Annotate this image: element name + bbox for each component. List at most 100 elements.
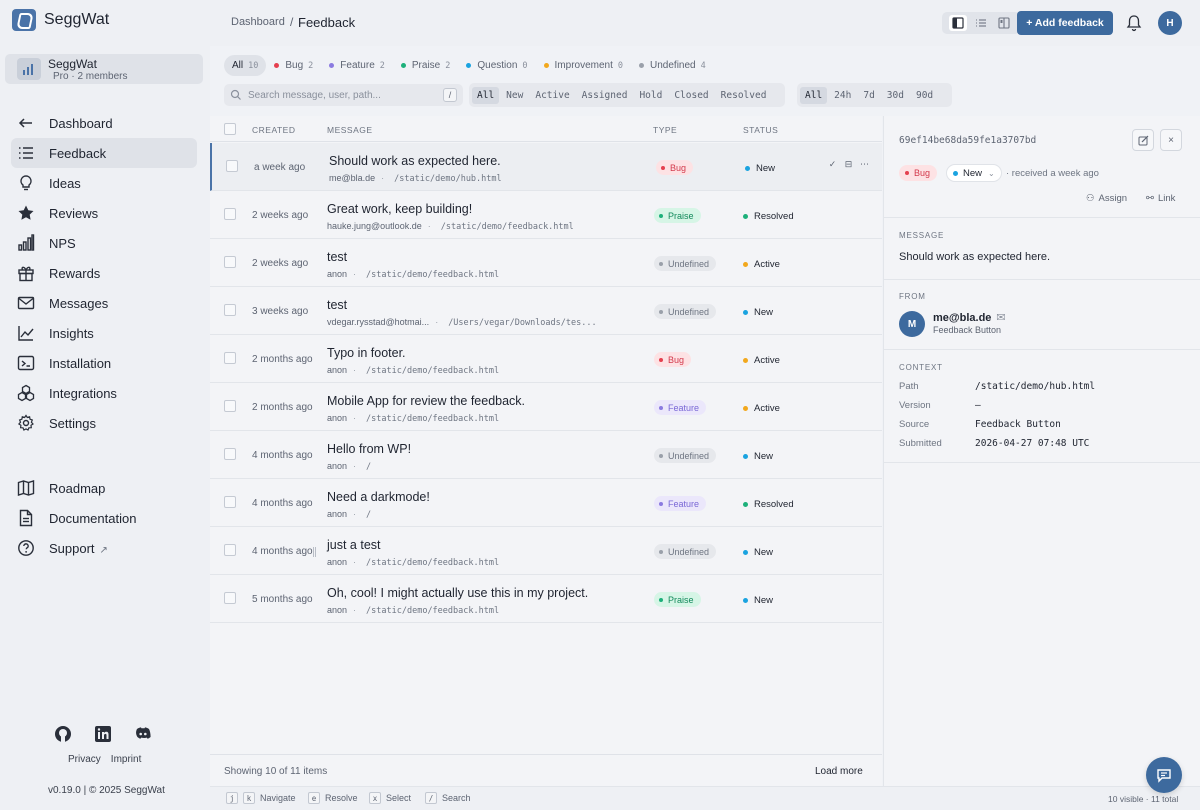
filter-label: Question (477, 60, 518, 71)
time-filter-90d[interactable]: 90d (911, 87, 938, 104)
row-checkbox[interactable] (226, 160, 238, 172)
detail-status-select[interactable]: New ⌄ (946, 164, 1002, 182)
sidebar-item-support[interactable]: Support ↗ (11, 533, 197, 563)
bell-icon[interactable] (1126, 14, 1142, 32)
sidebar-item-reviews[interactable]: Reviews (11, 198, 197, 228)
time-filter-30d[interactable]: 30d (882, 87, 909, 104)
edit-icon[interactable] (1132, 129, 1154, 151)
github-icon[interactable] (54, 725, 72, 743)
type-filter-all[interactable]: All 10 (224, 55, 267, 76)
status-filter-closed[interactable]: Closed (669, 87, 713, 104)
row-checkbox[interactable] (224, 352, 236, 364)
add-feedback-button[interactable]: + Add feedback (1017, 11, 1113, 35)
column-created[interactable]: CREATED (252, 125, 296, 135)
sidebar-item-insights[interactable]: Insights (11, 318, 197, 348)
sidebar-item-dashboard[interactable]: Dashboard (11, 108, 197, 138)
sidebar-item-label: Installation (49, 356, 112, 371)
table-footer: Showing 10 of 11 items Load more (210, 754, 882, 786)
row-checkbox[interactable] (224, 304, 236, 316)
sidebar-item-feedback[interactable]: Feedback (11, 138, 197, 168)
sender-email[interactable]: me@bla.de ✉ (933, 311, 1006, 324)
table-row[interactable]: 4 months ago Need a darkmode! anon · / Featur… (210, 479, 882, 527)
type-filter-praise[interactable]: Praise 2 (393, 55, 458, 76)
external-link-icon: ↗ (99, 545, 108, 556)
close-icon[interactable]: × (1160, 129, 1182, 151)
row-separator: · (353, 557, 357, 567)
status-filter-new[interactable]: New (501, 87, 528, 104)
sidebar-item-nps[interactable]: NPS (11, 228, 197, 258)
column-status[interactable]: STATUS (743, 125, 778, 135)
search-input[interactable] (248, 87, 438, 103)
table-row[interactable]: a week ago Should work as expected here. m… (210, 143, 882, 191)
table-row[interactable]: 2 months ago Typo in footer. anon · /static/… (210, 335, 882, 383)
discord-icon[interactable] (134, 725, 152, 743)
sidebar-item-label: Feedback (49, 146, 107, 161)
table-row[interactable]: 3 weeks ago test vdegar.rysstad@hotmai... ·… (210, 287, 882, 335)
row-checkbox[interactable] (224, 208, 236, 220)
type-filter-undefined[interactable]: Undefined 4 (631, 55, 714, 76)
sidebar-item-ideas[interactable]: Ideas (11, 168, 197, 198)
sidebar-item-documentation[interactable]: Documentation (11, 503, 197, 533)
status-dot (743, 406, 748, 411)
linkedin-icon[interactable] (94, 725, 112, 743)
status-filter-resolved[interactable]: Resolved (716, 87, 772, 104)
status-filter-assigned[interactable]: Assigned (577, 87, 633, 104)
type-dot (659, 357, 663, 362)
sidebar-item-messages[interactable]: Messages (11, 288, 197, 318)
link-button[interactable]: ⚯ Link (1146, 193, 1175, 204)
sidebar-item-installation[interactable]: Installation (11, 348, 197, 378)
row-checkbox[interactable] (224, 448, 236, 460)
row-checkbox[interactable] (224, 400, 236, 412)
detail-type-badge[interactable]: Bug (899, 165, 938, 181)
column-message[interactable]: MESSAGE (327, 125, 373, 135)
more-icon[interactable]: ⋯ (859, 159, 870, 170)
sidebar-item-integrations[interactable]: Integrations (11, 378, 197, 408)
time-filter-all[interactable]: All (800, 86, 828, 104)
time-filter-7d[interactable]: 7d (858, 87, 879, 104)
assign-button[interactable]: ⚇ Assign (1086, 193, 1127, 204)
type-filter-question[interactable]: Question 0 (458, 55, 535, 76)
status-filter-all[interactable]: All (472, 86, 500, 104)
user-avatar[interactable]: H (1158, 11, 1182, 35)
row-checkbox[interactable] (224, 544, 236, 556)
status-filter-active[interactable]: Active (530, 87, 574, 104)
sidebar-item-rewards[interactable]: Rewards (11, 258, 197, 288)
imprint-link[interactable]: Imprint (111, 754, 142, 765)
row-checkbox[interactable] (224, 496, 236, 508)
archive-icon[interactable]: ⊟ (843, 159, 854, 170)
privacy-link[interactable]: Privacy (68, 754, 101, 765)
status-filter-hold[interactable]: Hold (634, 87, 667, 104)
list-view-icon[interactable] (972, 15, 990, 31)
drag-handle-icon[interactable] (313, 547, 316, 557)
table-row[interactable]: 4 months ago Hello from WP! anon · / Undefine… (210, 431, 882, 479)
check-icon[interactable]: ✓ (827, 159, 838, 170)
select-all-checkbox[interactable] (224, 123, 236, 135)
row-meta: anon · / (327, 509, 371, 520)
breadcrumb-dashboard[interactable]: Dashboard (231, 16, 285, 28)
row-user: anon (327, 557, 348, 567)
table-row[interactable]: 4 months ago just a test anon · /static/demo… (210, 527, 882, 575)
table-row[interactable]: 2 months ago Mobile App for review the fe… (210, 383, 882, 431)
row-created: 2 weeks ago (252, 210, 309, 221)
load-more-button[interactable]: Load more (815, 766, 863, 777)
type-filter-bug[interactable]: Bug 2 (266, 55, 321, 76)
org-switcher[interactable]: SeggWat Pro · 2 members (5, 54, 203, 84)
mail-icon[interactable]: ✉ (996, 312, 1005, 324)
column-type[interactable]: TYPE (653, 125, 677, 135)
board-view-icon[interactable] (995, 15, 1013, 31)
row-checkbox[interactable] (224, 256, 236, 268)
type-filter-improvement[interactable]: Improvement 0 (536, 55, 631, 76)
table-row[interactable]: 5 months ago Oh, cool! I might actually u… (210, 575, 882, 623)
sidebar-item-settings[interactable]: Settings (11, 408, 197, 438)
sidebar-item-roadmap[interactable]: Roadmap (11, 473, 197, 503)
status-label: New (743, 547, 773, 558)
chat-button[interactable] (1146, 757, 1182, 793)
brand-logo[interactable]: SeggWat (12, 9, 109, 31)
row-checkbox[interactable] (224, 592, 236, 604)
time-filter-24h[interactable]: 24h (829, 87, 856, 104)
table-row[interactable]: 2 weeks ago test anon · /static/demo/feedbac… (210, 239, 882, 287)
split-view-icon[interactable] (948, 15, 967, 31)
type-filter-feature[interactable]: Feature 2 (321, 55, 393, 76)
table-row[interactable]: 2 weeks ago Great work, keep building! hau… (210, 191, 882, 239)
shortcut-label: Resolve (325, 793, 358, 803)
